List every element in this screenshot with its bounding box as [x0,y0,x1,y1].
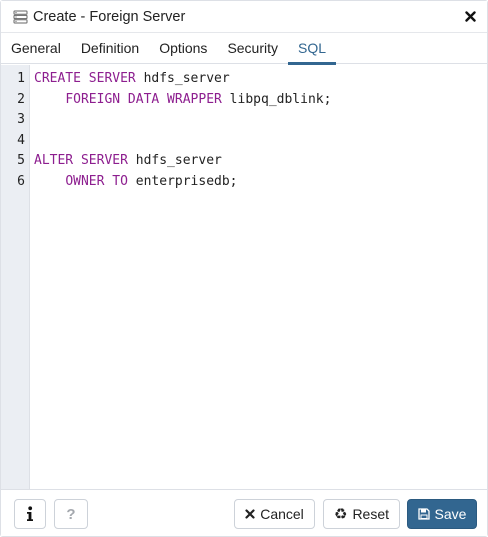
help-button[interactable]: ? [54,499,88,529]
close-icon[interactable] [463,9,477,23]
dialog-footer: ? Cancel ♻ Reset Save [1,491,487,536]
close-icon [245,509,255,519]
reset-label: Reset [352,506,390,522]
line-number-gutter: 1 2 3 4 5 6 [1,65,30,489]
cancel-label: Cancel [260,506,304,522]
floppy-disk-icon [417,508,430,520]
tab-general[interactable]: General [1,33,71,64]
reset-button[interactable]: ♻ Reset [323,499,400,529]
info-button[interactable] [14,499,46,529]
sql-keyword: OWNER TO [65,173,128,189]
sql-keyword: CREATE SERVER [34,71,136,86]
tab-definition[interactable]: Definition [71,33,149,64]
code-line: OWNER TO enterprisedb; [34,172,487,193]
code-line: ALTER SERVER hdfs_server [34,151,487,172]
line-number: 2 [17,91,25,107]
line-number: 4 [17,132,25,148]
info-icon [26,506,34,522]
sql-keyword: ALTER SERVER [34,153,128,169]
tab-sql[interactable]: SQL [288,33,337,65]
cancel-button[interactable]: Cancel [234,499,315,529]
line-number: 6 [17,173,25,189]
server-stack-icon [13,9,29,25]
dialog-tabs: General Definition Options Security SQL [1,33,487,65]
save-button[interactable]: Save [407,499,477,529]
create-foreign-server-dialog: Create - Foreign Server General Definiti… [0,0,488,537]
sql-text: hdfs_server [127,153,222,169]
tab-options[interactable]: Options [149,33,217,64]
sql-text: hdfs_server [135,71,230,86]
sql-keyword: FOREIGN DATA WRAPPER [65,91,222,107]
code-line: FOREIGN DATA WRAPPER libpq_dblink; [34,90,487,111]
line-number: 1 [17,71,25,86]
code-area[interactable]: CREATE SERVER hdfs_server FOREIGN DATA W… [30,65,487,489]
dialog-titlebar[interactable]: Create - Foreign Server [1,1,487,33]
sql-text: enterprisedb; [127,173,238,189]
line-number: 3 [17,112,25,128]
dialog-title: Create - Foreign Server [33,8,186,25]
sql-editor[interactable]: 1 2 3 4 5 6 CREATE SERVER hdfs_server FO… [1,65,487,490]
tab-security[interactable]: Security [217,33,288,64]
help-label: ? [66,505,76,523]
code-line: CREATE SERVER hdfs_server [34,69,487,90]
save-label: Save [434,506,467,522]
line-number: 5 [17,153,25,169]
recycle-icon: ♻ [333,505,348,523]
sql-text: libpq_dblink; [221,91,332,107]
